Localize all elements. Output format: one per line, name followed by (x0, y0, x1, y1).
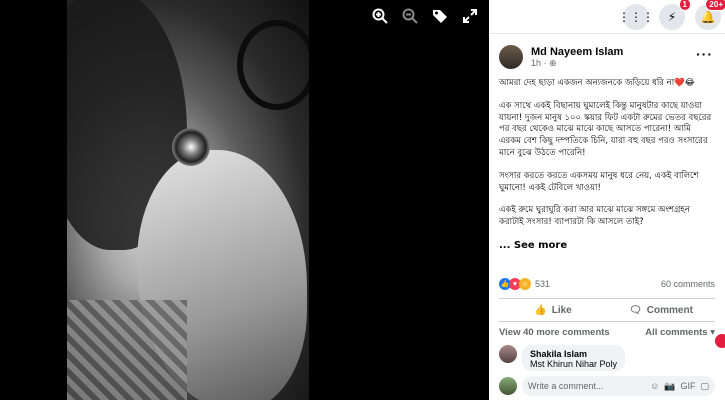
grid-icon: ⋮⋮⋮ (618, 9, 654, 24)
write-comment-input[interactable]: Write a comment... ☺ 📷 GIF ▢ (522, 376, 715, 396)
notifications-button[interactable]: 🔔 20+ (695, 0, 725, 30)
post-paragraph: এক সাথে একই বিছানায় ঘুমালেই কিন্তু মানু… (499, 100, 712, 158)
photo-earring (172, 128, 210, 166)
post-body: আমরা দেহ ছাড়া একজন অন্যজনকে জড়িয়ে ধরি… (489, 72, 725, 252)
tag-icon[interactable] (432, 8, 448, 24)
post-photo[interactable] (67, 0, 309, 400)
comment-bubble: Shakila Islam Mst Khirun Nihar Poly (522, 345, 626, 371)
comment-filter-dropdown[interactable]: All comments ▾ (645, 327, 715, 338)
photo-viewer (0, 0, 489, 400)
post-paragraph: একই রুমে ঘুরাঘুরি করা আর মাঝে মাঝে সঙ্গম… (499, 205, 690, 228)
author-avatar[interactable] (499, 45, 523, 69)
see-more-link[interactable]: ... See more (499, 240, 715, 252)
comment-text[interactable]: Mst Khirun Nihar Poly (530, 359, 617, 369)
post-meta: 1h · ⊕ (531, 58, 623, 69)
comment-bubble-icon: 🗨 (629, 304, 642, 316)
viewer-toolbar (372, 8, 478, 24)
view-more-comments-link[interactable]: View 40 more comments (499, 327, 610, 338)
comment-button[interactable]: 🗨 Comment (607, 299, 715, 321)
like-button[interactable]: 👍 Like (499, 299, 607, 321)
reaction-icons[interactable]: 👍 ♥ ☺ 531 (499, 278, 550, 290)
post-paragraph: আমরা দেহ ছাড়া একজন অন্যজনকে জড়িয়ে ধরি… (499, 78, 695, 88)
camera-icon[interactable]: 📷 (664, 381, 675, 392)
comment-tools: ☺ 📷 GIF ▢ (650, 381, 709, 392)
comments-controls: View 40 more comments All comments ▾ (499, 327, 715, 338)
post-actions: 👍 Like 🗨 Comment (499, 298, 715, 322)
comment-count[interactable]: 60 comments (661, 279, 715, 289)
comment-label: Comment (646, 304, 693, 316)
top-bar: ⋮⋮⋮ ⚡ 1 🔔 20+ (489, 0, 725, 34)
messenger-button[interactable]: ⚡ 1 (659, 0, 691, 30)
more-options-icon[interactable]: ··· (696, 46, 713, 62)
like-label: Like (551, 304, 572, 316)
commenter-avatar[interactable] (499, 345, 517, 363)
reaction-count[interactable]: 531 (535, 279, 550, 289)
post-header: Md Nayeem Islam 1h · ⊕ ··· (489, 42, 725, 72)
reaction-summary: 👍 ♥ ☺ 531 60 comments (499, 278, 715, 290)
write-comment-row: Write a comment... ☺ 📷 GIF ▢ (499, 376, 715, 396)
author-name[interactable]: Md Nayeem Islam (531, 46, 623, 58)
zoom-out-icon[interactable] (402, 8, 418, 24)
current-user-avatar (499, 377, 517, 395)
commenter-name[interactable]: Shakila Islam (530, 349, 617, 359)
menu-grid-button[interactable]: ⋮⋮⋮ (618, 3, 654, 30)
messenger-badge: 1 (678, 0, 691, 11)
floating-chat-badge[interactable] (715, 334, 725, 348)
fullscreen-icon[interactable] (462, 8, 478, 24)
emoji-icon[interactable]: ☺ (650, 381, 659, 392)
comment-item: Shakila Islam Mst Khirun Nihar Poly (499, 345, 626, 371)
messenger-icon: ⚡ (667, 9, 677, 24)
notifications-badge: 20+ (705, 0, 725, 11)
globe-icon: ⊕ (549, 57, 557, 68)
post-panel: ⋮⋮⋮ ⚡ 1 🔔 20+ Md Nayeem Islam 1h · ⊕ ···… (489, 0, 725, 400)
write-comment-placeholder: Write a comment... (528, 381, 604, 391)
bell-icon: 🔔 (700, 9, 716, 24)
gif-icon[interactable]: GIF (680, 381, 695, 392)
photo-shirt (67, 300, 187, 400)
sticker-icon[interactable]: ▢ (700, 381, 709, 392)
thumbs-up-icon: 👍 (534, 304, 547, 316)
post-time[interactable]: 1h · (531, 58, 549, 68)
photo-glasses (237, 20, 309, 110)
zoom-in-icon[interactable] (372, 8, 388, 24)
post-paragraph: সংসার করতে করতে একসময় মানুষ ধরে নেয়, এ… (499, 170, 699, 193)
haha-reaction-icon: ☺ (519, 278, 531, 290)
